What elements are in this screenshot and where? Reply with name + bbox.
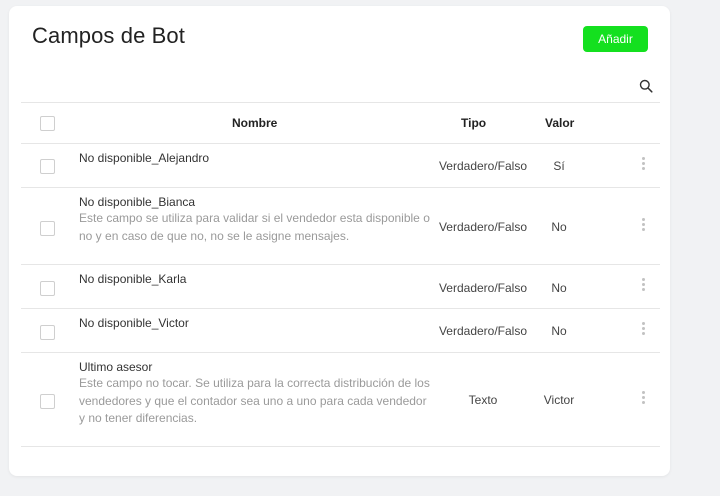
more-vertical-icon[interactable] xyxy=(638,391,648,407)
page-title: Campos de Bot xyxy=(32,23,185,48)
field-name: No disponible_Karla xyxy=(79,272,187,286)
field-name: No disponible_Alejandro xyxy=(79,151,210,165)
column-header-value: Valor xyxy=(545,116,575,130)
table-header: Nombre Tipo Valor xyxy=(21,102,660,143)
field-type: Verdadero/Falso xyxy=(438,281,528,295)
add-button[interactable]: Añadir xyxy=(583,26,648,52)
bot-fields-card: Campos de Bot Añadir Nombre Tipo Valor N… xyxy=(9,6,670,476)
field-description: Este campo se utiliza para validar si el… xyxy=(79,211,430,243)
row-checkbox[interactable] xyxy=(40,394,55,409)
field-name: No disponible_Bianca xyxy=(79,195,196,209)
field-value: No xyxy=(551,220,567,234)
select-all-checkbox[interactable] xyxy=(40,116,55,131)
field-type: Texto xyxy=(468,393,498,407)
field-name: Ultimo asesor xyxy=(79,360,153,374)
field-value: Victor xyxy=(543,393,575,407)
more-vertical-icon[interactable] xyxy=(638,278,648,294)
field-value: No xyxy=(551,324,567,338)
row-checkbox[interactable] xyxy=(40,221,55,236)
more-vertical-icon[interactable] xyxy=(638,218,648,234)
field-value: No xyxy=(551,281,567,295)
column-header-type: Tipo xyxy=(461,116,487,130)
table-row: No disponible_Bianca Este campo se utili… xyxy=(21,188,660,264)
field-type: Verdadero/Falso xyxy=(438,324,528,338)
field-type: Verdadero/Falso xyxy=(438,220,528,234)
field-description: Este campo no tocar. Se utiliza para la … xyxy=(79,376,430,425)
more-vertical-icon[interactable] xyxy=(638,157,648,173)
more-vertical-icon[interactable] xyxy=(638,322,648,338)
table-row: Ultimo asesor Este campo no tocar. Se ut… xyxy=(21,353,660,446)
row-checkbox[interactable] xyxy=(40,325,55,340)
search-icon[interactable] xyxy=(639,79,653,93)
table-row: No disponible_Victor Verdadero/Falso No xyxy=(21,309,660,352)
divider xyxy=(21,446,660,447)
field-type: Verdadero/Falso xyxy=(438,159,528,173)
row-checkbox[interactable] xyxy=(40,281,55,296)
column-header-name: Nombre xyxy=(232,116,278,130)
table-row: No disponible_Karla Verdadero/Falso No xyxy=(21,265,660,308)
row-checkbox[interactable] xyxy=(40,159,55,174)
table-row: No disponible_Alejandro Verdadero/Falso … xyxy=(21,144,660,187)
field-name: No disponible_Victor xyxy=(79,316,189,330)
field-value: Sí xyxy=(553,159,565,173)
